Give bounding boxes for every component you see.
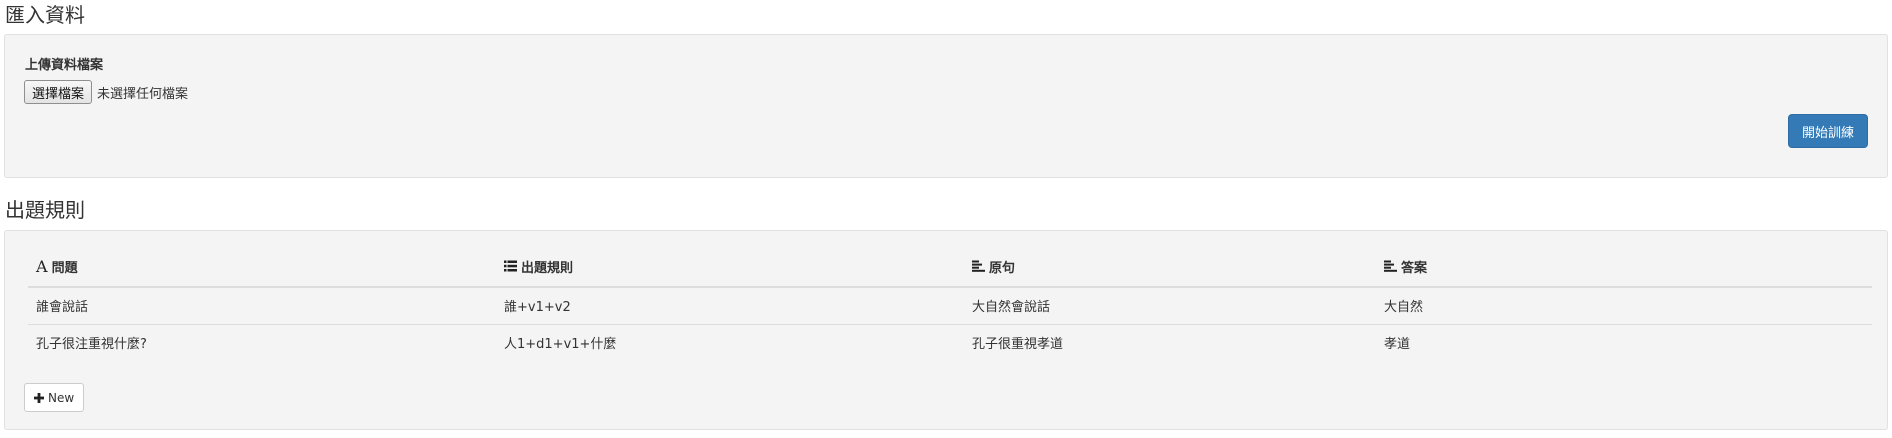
cell-answer: 大自然 <box>1376 286 1872 324</box>
column-header-answer: 答案 <box>1376 247 1872 288</box>
upload-label: 上傳資料檔案 <box>25 58 104 73</box>
rules-section-title: 出題規則 <box>5 198 85 222</box>
cell-question: 孔子很注重視什麼? <box>28 323 496 361</box>
cell-rule: 人1+d1+v1+什麼 <box>496 323 964 361</box>
column-label: 問題 <box>51 261 78 276</box>
table-header-row: A 問題 出題規則 原句 答案 <box>28 247 1872 288</box>
align-left-icon <box>1384 260 1397 273</box>
new-button-label: New <box>48 390 75 405</box>
align-left-icon <box>972 260 985 273</box>
file-status-text: 未選擇任何檔案 <box>97 86 189 102</box>
cell-rule: 誰+v1+v2 <box>496 286 964 324</box>
column-label: 答案 <box>1401 260 1428 276</box>
import-panel: 上傳資料檔案 選擇檔案 未選擇任何檔案 開始訓練 <box>4 34 1888 178</box>
column-header-rule: 出題規則 <box>496 247 964 288</box>
file-input: 選擇檔案 未選擇任何檔案 <box>24 80 188 104</box>
rules-table: A 問題 出題規則 原句 答案 誰會說話 誰+v1+v2 大自然會說話 大自然 … <box>28 247 1872 361</box>
column-header-sentence: 原句 <box>964 247 1376 288</box>
new-rule-button[interactable]: New <box>24 383 85 412</box>
column-header-question: A 問題 <box>28 247 496 288</box>
font-icon: A <box>36 257 48 276</box>
list-icon <box>504 260 517 272</box>
cell-answer: 孝道 <box>1376 323 1872 361</box>
plus-icon <box>34 392 44 403</box>
cell-sentence: 孔子很重視孝道 <box>964 323 1376 361</box>
import-section-title: 匯入資料 <box>5 3 85 27</box>
cell-sentence: 大自然會說話 <box>964 286 1376 324</box>
table-row[interactable]: 誰會說話 誰+v1+v2 大自然會說話 大自然 <box>28 286 1872 324</box>
column-label: 出題規則 <box>521 260 574 276</box>
rules-panel: A 問題 出題規則 原句 答案 誰會說話 誰+v1+v2 大自然會說話 大自然 … <box>4 230 1888 430</box>
cell-question: 誰會說話 <box>28 286 496 324</box>
column-label: 原句 <box>989 260 1016 276</box>
choose-file-button[interactable]: 選擇檔案 <box>24 80 93 104</box>
table-row[interactable]: 孔子很注重視什麼? 人1+d1+v1+什麼 孔子很重視孝道 孝道 <box>28 323 1872 361</box>
start-training-button[interactable]: 開始訓練 <box>1787 114 1868 148</box>
